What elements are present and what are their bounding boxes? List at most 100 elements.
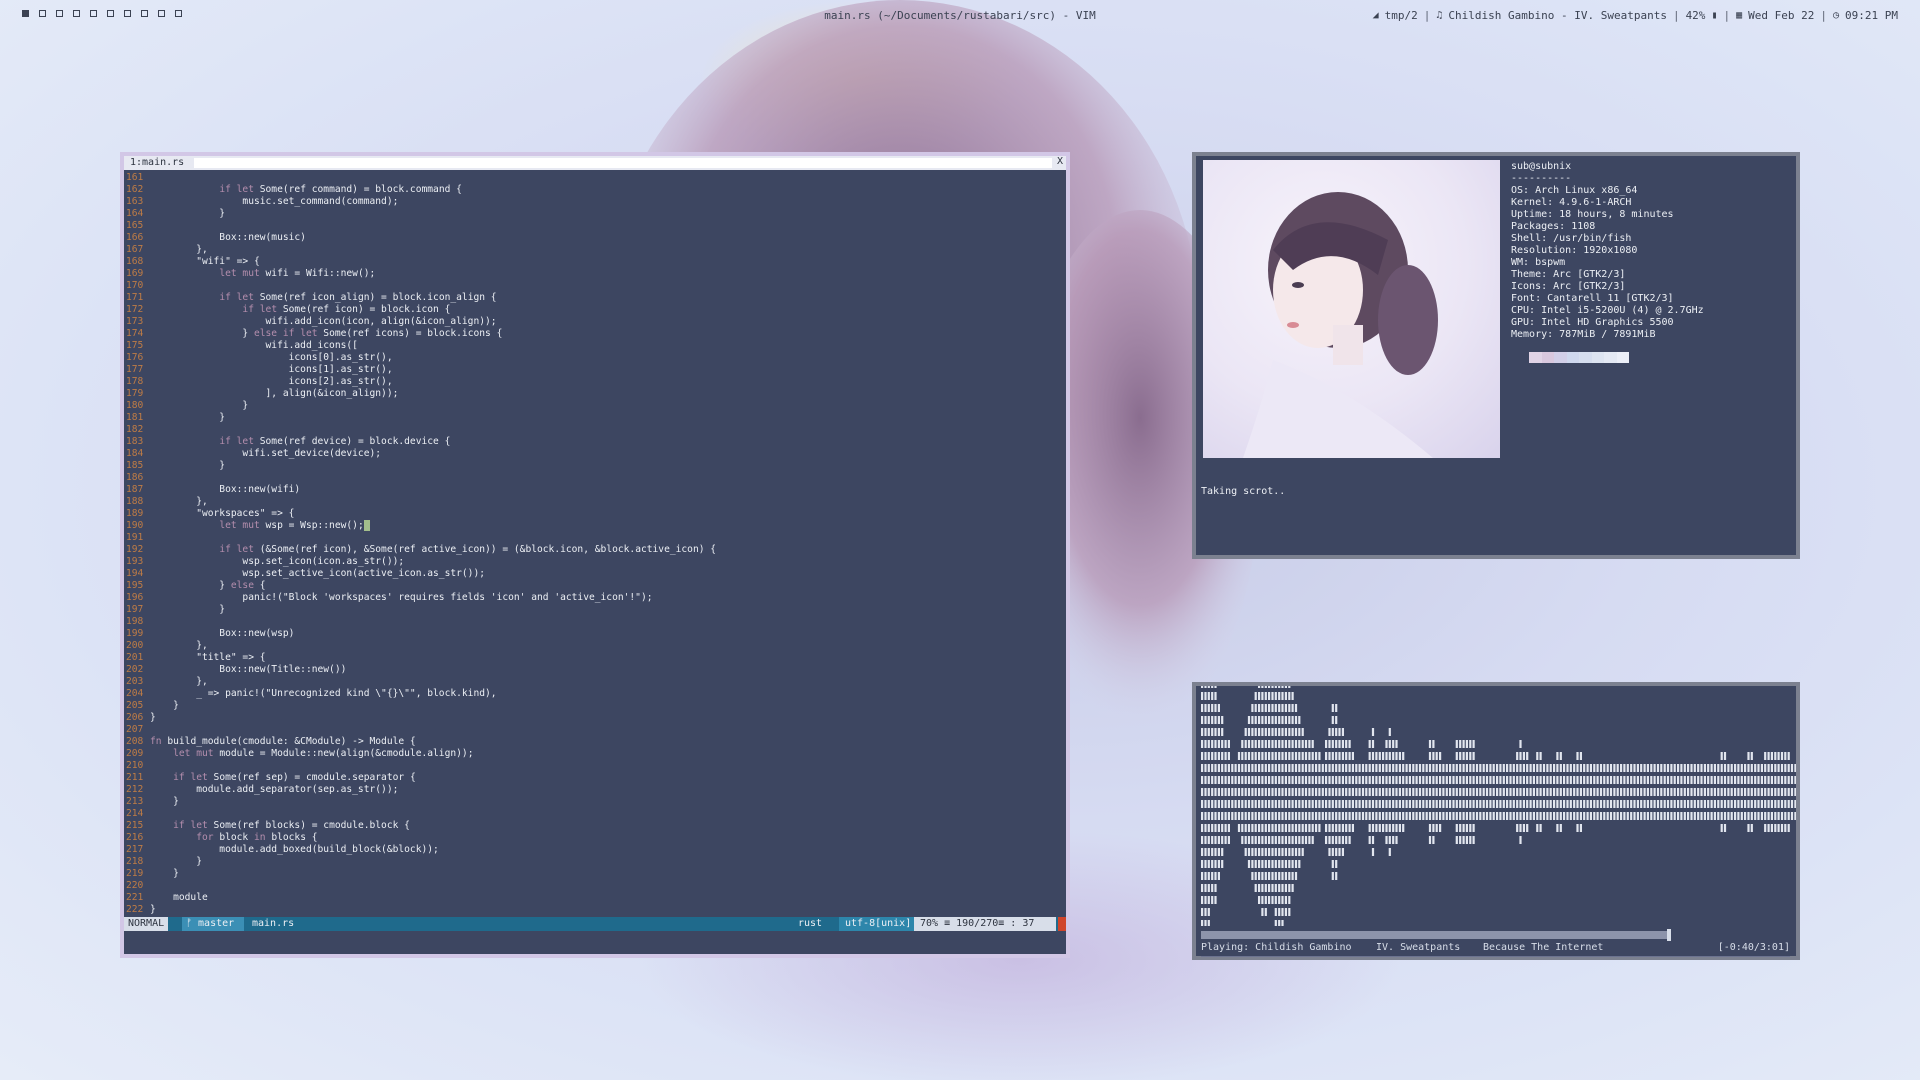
- spectrum-cell: [1358, 788, 1361, 796]
- code-line[interactable]: 197 }: [124, 604, 1066, 616]
- spectrum-cell: [1211, 884, 1214, 892]
- code-line[interactable]: 205 }: [124, 700, 1066, 712]
- code-line[interactable]: 178 icons[2].as_str(),: [124, 376, 1066, 388]
- code-line[interactable]: 190 let mut wsp = Wsp::new();: [124, 520, 1066, 532]
- code-line[interactable]: 215 if let Some(ref blocks) = cmodule.bl…: [124, 820, 1066, 832]
- code-line[interactable]: 214: [124, 808, 1066, 820]
- spectrum-cell: [1455, 812, 1458, 820]
- close-icon[interactable]: X: [1057, 156, 1063, 167]
- spectrum-cell: [1727, 812, 1730, 820]
- code-line[interactable]: 174 } else if let Some(ref icons) = bloc…: [124, 328, 1066, 340]
- code-line[interactable]: 181 }: [124, 412, 1066, 424]
- code-line[interactable]: 206}: [124, 712, 1066, 724]
- code-line[interactable]: 177 icons[1].as_str(),: [124, 364, 1066, 376]
- code-line[interactable]: 196 panic!("Block 'workspaces' requires …: [124, 592, 1066, 604]
- code-line[interactable]: 222}: [124, 904, 1066, 916]
- code-line[interactable]: 221 module: [124, 892, 1066, 904]
- code-line[interactable]: 193 wsp.set_icon(icon.as_str());: [124, 556, 1066, 568]
- info-line: CPU: Intel i5-5200U (4) @ 2.7GHz: [1511, 305, 1704, 316]
- code-line[interactable]: 171 if let Some(ref icon_align) = block.…: [124, 292, 1066, 304]
- code-line[interactable]: 188 },: [124, 496, 1066, 508]
- spectrum-cell: [1573, 812, 1576, 820]
- spectrum-cell: [1462, 800, 1465, 808]
- spectrum-cell: [1211, 776, 1214, 784]
- code-line[interactable]: 185 }: [124, 460, 1066, 472]
- spectrum-cell: [1382, 824, 1385, 832]
- code-line[interactable]: 191: [124, 532, 1066, 544]
- visualizer-window[interactable]: Playing: Childish Gambino IV. Sweatpants…: [1192, 682, 1800, 960]
- mode-indicator: NORMAL: [124, 917, 169, 931]
- code-line[interactable]: 210: [124, 760, 1066, 772]
- code-line[interactable]: 170: [124, 280, 1066, 292]
- code-line[interactable]: 179 ], align(&icon_align));: [124, 388, 1066, 400]
- spectrum-cell: [1247, 728, 1251, 736]
- code-line[interactable]: 163 music.set_command(command);: [124, 196, 1066, 208]
- code-line[interactable]: 180 }: [124, 400, 1066, 412]
- code-line[interactable]: 195 } else {: [124, 580, 1066, 592]
- code-line[interactable]: 165: [124, 220, 1066, 232]
- code-line[interactable]: 189 "workspaces" => {: [124, 508, 1066, 520]
- code-line[interactable]: 167 },: [124, 244, 1066, 256]
- spectrum-cell: [1308, 836, 1311, 844]
- code-buffer[interactable]: 161 162 if let Some(ref command) = block.…: [124, 172, 1066, 916]
- code-line[interactable]: 186: [124, 472, 1066, 484]
- code-line[interactable]: 162 if let Some(ref command) = block.com…: [124, 184, 1066, 196]
- spectrum-cell: [1254, 836, 1257, 844]
- info-line: Shell: /usr/bin/fish: [1511, 233, 1632, 244]
- spectrum-cell: [1365, 788, 1368, 796]
- code-line[interactable]: 176 icons[0].as_str(),: [124, 352, 1066, 364]
- spectrum-cell: [1281, 836, 1284, 844]
- vim-window[interactable]: 1:main.rs X 161 162 if let Some(ref comma…: [120, 152, 1070, 958]
- vim-tab[interactable]: 1:main.rs: [130, 157, 184, 168]
- spectrum-cell: [1670, 788, 1673, 796]
- spectrum-cell: [1717, 788, 1720, 796]
- code-line[interactable]: 175 wifi.add_icons([: [124, 340, 1066, 352]
- spectrum-cell: [1227, 800, 1230, 808]
- spectrum-cell: [1318, 764, 1321, 772]
- spectrum-cell: [1465, 800, 1468, 808]
- progress-handle[interactable]: [1667, 929, 1671, 941]
- spectrum-cell: [1445, 812, 1448, 820]
- code-line[interactable]: 198: [124, 616, 1066, 628]
- spectrum-cell: [1469, 812, 1472, 820]
- spectrum-cell: [1274, 692, 1277, 700]
- spectrum-cell: [1465, 788, 1468, 796]
- code-line[interactable]: 208 fn build_module(cmodule: &CModule) ->…: [124, 736, 1066, 748]
- spectrum-cell: [1247, 824, 1251, 832]
- code-line[interactable]: 182: [124, 424, 1066, 436]
- code-line[interactable]: 187 Box::new(wifi): [124, 484, 1066, 496]
- code-line[interactable]: 207: [124, 724, 1066, 736]
- code-line[interactable]: 168 "wifi" => {: [124, 256, 1066, 268]
- code-line[interactable]: 219 }: [124, 868, 1066, 880]
- code-line[interactable]: 199 Box::new(wsp): [124, 628, 1066, 640]
- code-line[interactable]: 200 },: [124, 640, 1066, 652]
- code-line[interactable]: 194 wsp.set_active_icon(active_icon.as_s…: [124, 568, 1066, 580]
- code-line[interactable]: 164 }: [124, 208, 1066, 220]
- code-line[interactable]: 169 let mut wifi = Wifi::new();: [124, 268, 1066, 280]
- code-line[interactable]: 218 }: [124, 856, 1066, 868]
- code-line[interactable]: 201 "title" => {: [124, 652, 1066, 664]
- code-line[interactable]: 202 Box::new(Title::new()): [124, 664, 1066, 676]
- code-line[interactable]: 220: [124, 880, 1066, 892]
- warning-segment: [1058, 917, 1066, 931]
- code-line[interactable]: 209 let mut module = Module::new(align(&…: [124, 748, 1066, 760]
- code-line[interactable]: 161: [124, 172, 1066, 184]
- spectrum-cell: [1338, 764, 1341, 772]
- code-line[interactable]: 192 if let (&Some(ref icon), &Some(ref a…: [124, 544, 1066, 556]
- code-line[interactable]: 216 for block in blocks {: [124, 832, 1066, 844]
- code-line[interactable]: 172 if let Some(ref icon) = block.icon {: [124, 304, 1066, 316]
- playback-progress[interactable]: [1201, 929, 1671, 941]
- neofetch-window[interactable]: sub@subnix ---------- OS: Arch Linux x86_6…: [1192, 152, 1800, 559]
- code-line[interactable]: 211 if let Some(ref sep) = cmodule.separ…: [124, 772, 1066, 784]
- spectrum-cell: [1217, 848, 1220, 856]
- code-line[interactable]: 212 module.add_separator(sep.as_str());: [124, 784, 1066, 796]
- code-line[interactable]: 213 }: [124, 796, 1066, 808]
- code-line[interactable]: 173 wifi.add_icon(icon, align(&icon_alig…: [124, 316, 1066, 328]
- code-line[interactable]: 166 Box::new(music): [124, 232, 1066, 244]
- code-line[interactable]: 203 },: [124, 676, 1066, 688]
- code-line[interactable]: 204 _ => panic!("Unrecognized kind \"{}\…: [124, 688, 1066, 700]
- code-line[interactable]: 184 wifi.set_device(device);: [124, 448, 1066, 460]
- spectrum-cell: [1522, 752, 1525, 760]
- code-line[interactable]: 183 if let Some(ref device) = block.devi…: [124, 436, 1066, 448]
- code-line[interactable]: 217 module.add_boxed(build_block(&block)…: [124, 844, 1066, 856]
